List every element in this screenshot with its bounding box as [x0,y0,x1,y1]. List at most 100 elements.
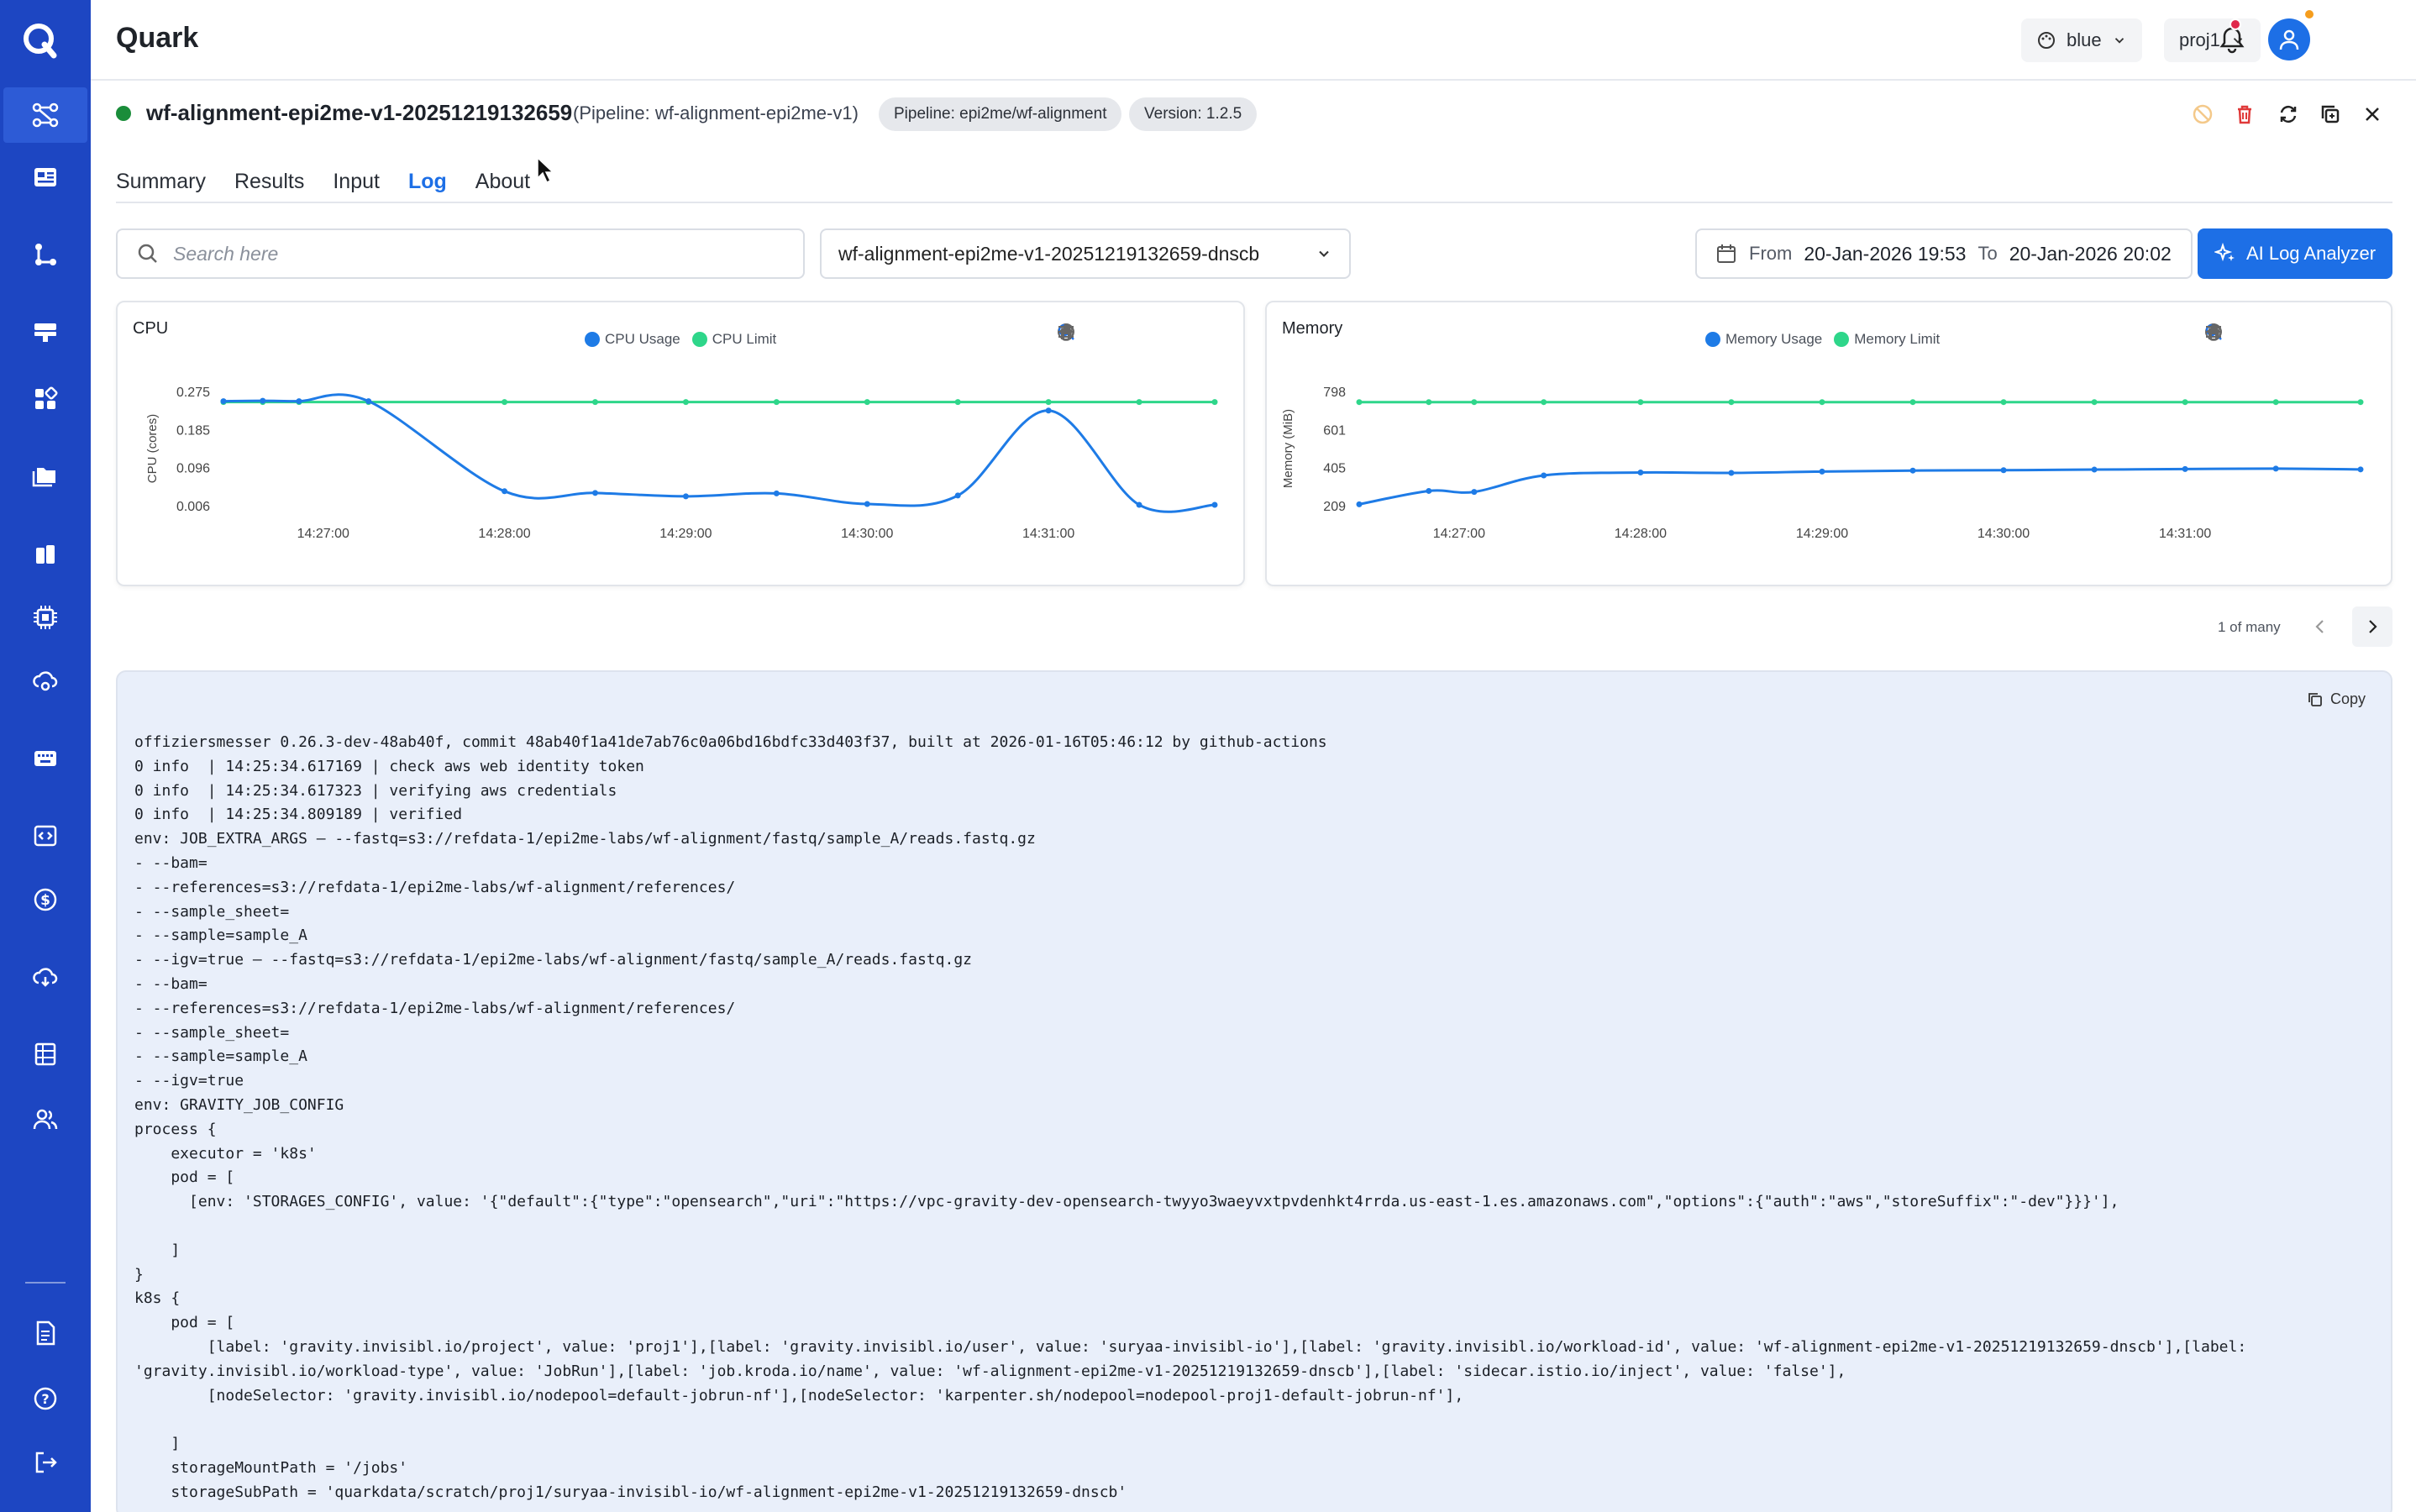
data-point [365,398,372,405]
tab-about[interactable]: About [475,165,530,203]
workflow-icon [32,102,59,128]
pod-select[interactable]: wf-alignment-epi2me-v1-20251219132659-dn… [820,228,1351,279]
cpu-chart-plot: CPU (cores) 0.275 0.185 0.096 0.006 14:27:00 1… [145,386,1218,541]
mouse-pointer-icon [537,156,554,184]
sidebar-item-help[interactable]: ? [3,1371,87,1426]
data-point [592,399,598,406]
log-line: } [134,1265,144,1284]
data-point [773,399,780,406]
sidebar-item-apps[interactable] [3,371,87,427]
log-line: - --sample_sheet= [134,1023,290,1042]
log-line: - --bam= [134,853,207,872]
sidebar-item-reports[interactable] [3,1026,87,1082]
user-avatar[interactable] [2268,18,2310,60]
to-label: To [1977,243,1998,264]
from-value: 20-Jan-2026 19:53 [1804,242,1967,265]
sidebar-item-users[interactable] [3,1092,87,1147]
sidebar-item-logout[interactable] [3,1435,87,1490]
clone-icon[interactable] [2315,99,2345,129]
log-lines: offiziersmesser 0.26.3-dev-48ab40f, comm… [134,731,2246,1505]
data-point [1471,489,1478,496]
log-line: - --sample_sheet= [134,902,290,921]
tab-input[interactable]: Input [333,165,380,203]
sidebar-item-dashboard[interactable] [3,150,87,205]
prev-page-button[interactable] [2300,606,2340,647]
next-page-button[interactable] [2352,606,2392,647]
dollar-icon: $ [34,888,57,911]
log-line: [label: 'gravity.invisibl.io/project', v… [134,1337,2247,1356]
log-line: 0 info | 14:25:34.617169 | check aws web… [134,757,644,775]
log-line: ] [134,1435,181,1453]
data-point [954,399,961,406]
data-point [1909,467,1916,474]
sidebar-item-processor[interactable] [3,590,87,645]
sidebar-item-compute[interactable] [3,304,87,360]
job-name: wf-alignment-epi2me-v1-20251219132659 [146,100,573,125]
version-tag: Version: 1.2.5 [1129,97,1258,131]
log-line: - --igv=true – --fastq=s3://refdata-1/ep… [134,951,972,969]
tab-summary[interactable]: Summary [116,165,206,203]
calendar-icon [1717,244,1736,263]
sidebar-item-code[interactable] [3,808,87,864]
data-point [1136,501,1142,508]
data-point [1728,399,1735,406]
search-input[interactable] [173,242,761,265]
theme-dropdown[interactable]: blue [2021,18,2142,62]
sidebar-item-library[interactable] [3,528,87,583]
data-point [1819,399,1825,406]
x-tick-label: 14:31:00 [2159,527,2211,541]
series-line-cpu-usage [223,393,1216,513]
log-viewer[interactable]: Copy offiziersmesser 0.26.3-dev-48ab40f,… [116,670,2392,1512]
data-point [2272,465,2279,472]
x-tick-label: 14:27:00 [297,527,349,541]
chip-icon [34,606,57,629]
avatar-status-badge [2303,8,2315,20]
sidebar-item-cloud[interactable] [3,949,87,1005]
y-tick-label: 0.096 [176,461,210,475]
ai-log-analyzer-button[interactable]: AI Log Analyzer [2198,228,2392,279]
data-point [1045,399,1052,406]
delete-icon[interactable] [2230,99,2260,129]
data-point [682,399,689,406]
sidebar-item-pipelines[interactable] [3,87,87,143]
help-icon: ? [34,1387,57,1410]
log-line: 0 info | 14:25:34.809189 | verified [134,806,463,824]
document-icon [36,1320,55,1346]
sidebar-item-files[interactable] [3,447,87,502]
tab-log[interactable]: Log [408,165,447,203]
data-point [1211,399,1218,406]
to-value: 20-Jan-2026 20:02 [2009,242,2172,265]
sidebar-item-monitor[interactable] [3,654,87,709]
log-line: process { [134,1120,217,1138]
data-point [502,488,508,495]
copy-label: Copy [2329,690,2366,707]
date-range-picker[interactable]: From 20-Jan-2026 19:53 To 20-Jan-2026 20… [1695,228,2193,279]
log-line: k8s { [134,1289,181,1308]
refresh-icon[interactable] [2273,99,2303,129]
sidebar-item-docs[interactable] [3,1305,87,1361]
data-point [1909,399,1916,406]
svg-text:?: ? [41,1391,49,1407]
x-tick-label: 14:29:00 [659,527,712,541]
sidebar-item-graph[interactable] [3,227,87,282]
job-status-dot [116,106,131,121]
log-search-field[interactable] [116,228,805,279]
data-point [773,490,780,496]
log-line: pod = [ [134,1314,235,1332]
cancel-icon[interactable] [2188,99,2218,129]
copy-button[interactable]: Copy [2307,690,2366,708]
x-tick-label: 14:27:00 [1433,527,1485,541]
close-icon[interactable] [2357,99,2387,129]
data-point [1356,501,1363,507]
quark-logo-icon[interactable] [17,17,64,64]
sidebar-divider [25,1282,66,1284]
tab-bar: Summary Results Input Log About [116,165,530,203]
data-point [864,501,870,507]
tab-results[interactable]: Results [234,165,304,203]
data-point [2182,465,2188,472]
tabs-divider [116,202,2392,203]
sidebar-item-keyboard[interactable] [3,731,87,786]
sidebar-item-billing[interactable]: $ [3,872,87,927]
job-pipeline-text: (Pipeline: wf-alignment-epi2me-v1) [573,102,859,123]
data-point [864,399,870,406]
